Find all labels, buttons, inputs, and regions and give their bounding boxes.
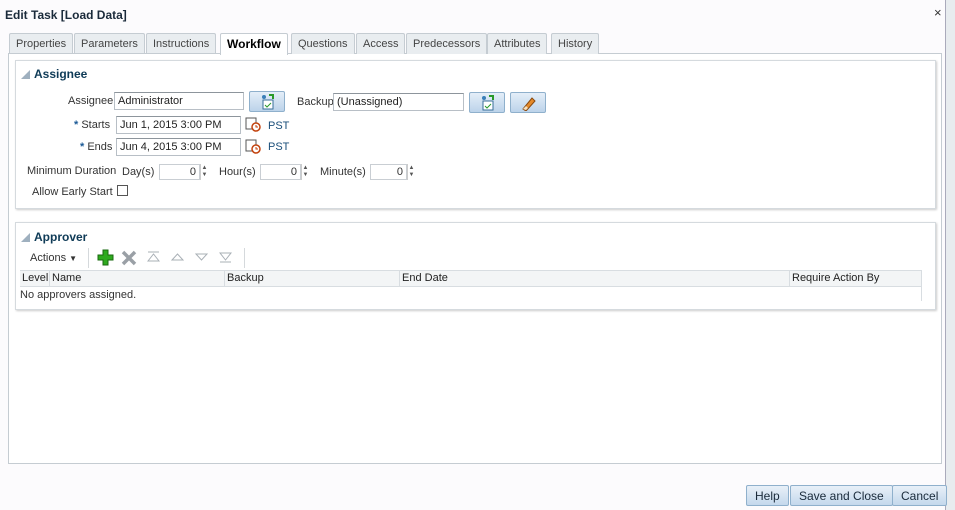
allow-early-start-label: Allow Early Start — [32, 186, 113, 198]
move-down-icon[interactable] — [194, 251, 209, 266]
column-header-level[interactable]: Level — [20, 270, 50, 287]
section-title: Approver — [34, 230, 88, 244]
required-mark: * — [74, 119, 79, 131]
calendar-clock-icon[interactable] — [245, 116, 261, 135]
assignee-field[interactable]: Administrator — [114, 92, 244, 110]
starts-timezone: PST — [268, 120, 290, 132]
label-text: Ends — [87, 141, 113, 153]
save-and-close-button[interactable]: Save and Close — [790, 485, 893, 506]
tab-workflow[interactable]: Workflow — [220, 33, 288, 55]
calendar-clock-icon[interactable] — [245, 138, 261, 157]
backup-label: Backup — [297, 96, 334, 108]
ends-timezone: PST — [268, 141, 290, 153]
empty-table-message: No approvers assigned. — [20, 289, 137, 301]
clear-backup-button[interactable] — [510, 92, 546, 113]
starts-date-field[interactable]: Jun 1, 2015 3:00 PM — [116, 116, 241, 134]
tab-instructions[interactable]: Instructions — [146, 33, 217, 54]
minutes-input[interactable]: 0 — [370, 164, 407, 180]
ends-date-field[interactable]: Jun 4, 2015 3:00 PM — [116, 138, 241, 156]
tab-questions[interactable]: Questions — [291, 33, 355, 54]
required-mark: * — [80, 141, 85, 153]
approver-section — [15, 222, 936, 310]
collapse-icon — [21, 70, 30, 79]
tab-predecessors[interactable]: Predecessors — [406, 33, 488, 54]
backup-field[interactable]: (Unassigned) — [333, 93, 464, 111]
background-page — [945, 0, 955, 510]
column-header-end-date[interactable]: End Date — [400, 270, 790, 287]
days-input[interactable]: 0 — [159, 164, 200, 180]
days-label: Day(s) — [122, 166, 155, 178]
minutes-label: Minute(s) — [320, 166, 366, 178]
label-text: Starts — [81, 119, 111, 131]
assignee-label: Assignee — [68, 95, 114, 107]
tab-parameters[interactable]: Parameters — [74, 33, 145, 54]
hours-spinner[interactable]: ▲ ▼ — [301, 164, 309, 180]
approver-section-header[interactable]: Approver — [21, 230, 87, 244]
tab-properties[interactable]: Properties — [9, 33, 74, 54]
hours-label: Hour(s) — [219, 166, 256, 178]
tab-history[interactable]: History — [551, 33, 600, 54]
select-assignee-button[interactable] — [249, 91, 285, 112]
allow-early-start-checkbox[interactable] — [117, 185, 128, 196]
dropdown-arrow-icon: ▼ — [69, 254, 78, 263]
tab-attributes[interactable]: Attributes — [487, 33, 548, 54]
table-border — [921, 287, 922, 301]
move-top-icon[interactable] — [146, 251, 161, 266]
dialog-title: Edit Task [Load Data] — [5, 8, 127, 22]
minimum-duration-label: Minimum Duration — [27, 165, 117, 177]
collapse-icon — [21, 233, 30, 242]
help-button[interactable]: Help — [746, 485, 789, 506]
toolbar-divider — [244, 248, 245, 268]
tab-access[interactable]: Access — [356, 33, 406, 54]
column-header-backup[interactable]: Backup — [225, 270, 400, 287]
days-spinner[interactable]: ▲ ▼ — [200, 164, 208, 180]
eraser-icon — [522, 96, 536, 111]
move-up-icon[interactable] — [170, 251, 185, 266]
user-select-icon — [482, 94, 494, 110]
ends-label: * Ends — [80, 141, 112, 153]
cancel-button[interactable]: Cancel — [892, 485, 948, 506]
close-icon[interactable]: × — [934, 5, 942, 20]
actions-label: Actions — [30, 252, 67, 264]
hours-input[interactable]: 0 — [260, 164, 301, 180]
column-header-require-action-by[interactable]: Require Action By — [790, 270, 922, 287]
assignee-section — [15, 60, 936, 209]
starts-label: * Starts — [74, 119, 110, 131]
select-backup-button[interactable] — [469, 92, 505, 113]
move-bottom-icon[interactable] — [218, 251, 233, 266]
section-title: Assignee — [34, 67, 88, 81]
column-header-name[interactable]: Name — [50, 270, 225, 287]
minutes-spinner[interactable]: ▲ ▼ — [407, 164, 415, 180]
user-select-icon — [262, 93, 274, 109]
assignee-section-header[interactable]: Assignee — [21, 67, 87, 81]
toolbar-divider — [88, 248, 89, 268]
add-icon[interactable] — [97, 249, 114, 269]
actions-menu[interactable]: Actions ▼ — [30, 252, 77, 264]
delete-icon[interactable] — [121, 250, 137, 269]
